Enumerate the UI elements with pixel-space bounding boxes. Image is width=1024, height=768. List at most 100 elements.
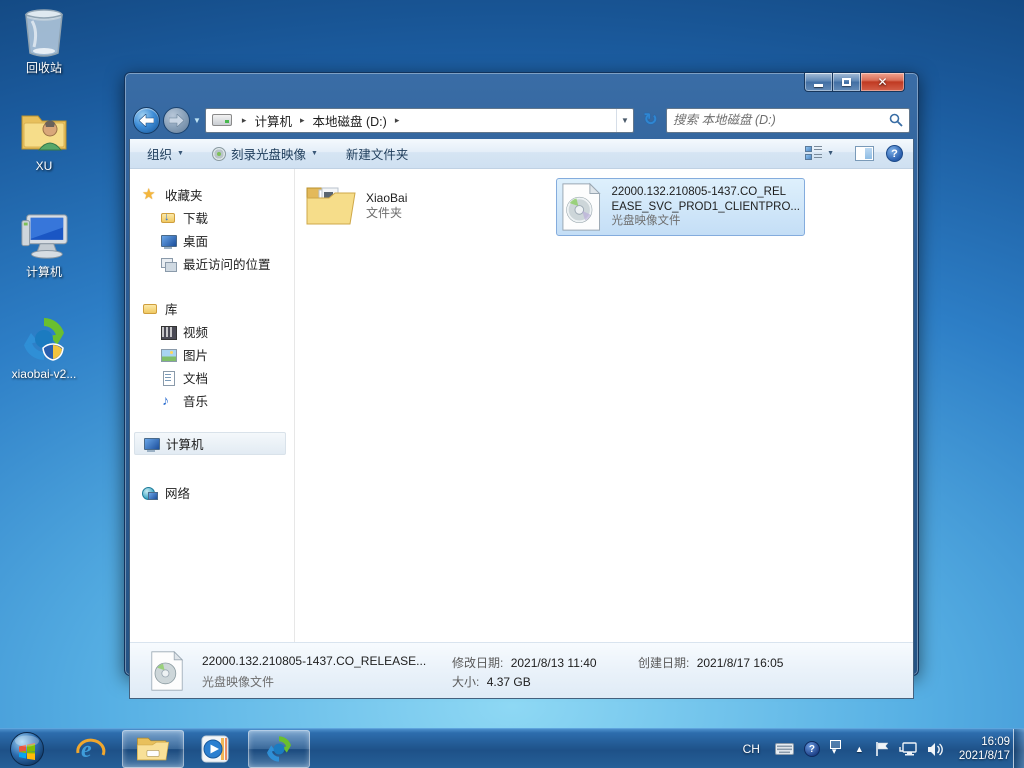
sidebar-item-music[interactable]: 音乐 [130, 389, 294, 412]
taskbar-explorer-button[interactable] [122, 730, 184, 768]
file-tile-xiaobai-folder[interactable]: XiaoBai 文件夹 [301, 177, 531, 235]
show-hidden-icons-button[interactable]: ▲ [855, 744, 864, 754]
help-button[interactable]: ? [886, 145, 903, 162]
pictures-icon [160, 347, 176, 363]
change-view-button[interactable]: ▼ [798, 143, 841, 164]
recent-places-label: 最近访问的位置 [183, 254, 271, 273]
file-tile-iso-selected[interactable]: 22000.132.210805-1437.CO_REL EASE_SVC_PR… [556, 178, 805, 236]
drive-icon [212, 114, 232, 126]
sidebar-item-downloads[interactable]: 下载 [130, 206, 294, 229]
taskbar-ie-button[interactable]: e [68, 730, 112, 768]
minimize-button[interactable] [804, 73, 833, 92]
file-list[interactable]: XiaoBai 文件夹 22000.132. [295, 169, 913, 642]
sidebar-item-desktop[interactable]: 桌面 [130, 229, 294, 252]
folder-icon [306, 184, 356, 228]
keyboard-icon[interactable] [775, 743, 794, 755]
sidebar-item-network[interactable]: 网络 [130, 481, 294, 504]
disc-icon [212, 147, 226, 161]
computer-label: 计算机 [166, 434, 204, 453]
recent-pages-dropdown[interactable]: ▼ [193, 116, 201, 125]
desktop-icon-computer[interactable]: 计算机 [2, 212, 86, 279]
videos-icon [160, 324, 176, 340]
burn-disc-image-button[interactable]: 刻录光盘映像 ▼ [205, 141, 325, 166]
sidebar-group-favorites[interactable]: 收藏夹 [130, 183, 294, 206]
computer-icon [143, 436, 159, 452]
sidebar-item-computer[interactable]: 计算机 [134, 432, 286, 455]
media-player-icon [200, 734, 230, 764]
size-value: 4.37 GB [487, 675, 531, 689]
close-button[interactable]: ✕ [860, 73, 905, 92]
navigation-pane: 收藏夹 下载 桌面 最近访问的位置 库 [130, 169, 295, 642]
computer-icon [19, 212, 69, 262]
desktop-icon-label: xiaobai-v2... [2, 367, 86, 381]
desktop-icon-xiaobai-app[interactable]: xiaobai-v2... [2, 314, 86, 381]
start-button[interactable] [2, 730, 52, 768]
sidebar-item-videos[interactable]: 视频 [130, 320, 294, 343]
burn-label: 刻录光盘映像 [231, 144, 306, 163]
tray-app-icon[interactable] [830, 740, 844, 758]
chevron-down-icon: ▼ [827, 150, 834, 157]
modified-date-value: 2021/8/13 11:40 [511, 656, 597, 670]
tray-help-icon[interactable]: ? [804, 741, 820, 757]
volume-icon[interactable] [927, 742, 944, 757]
desktop-icon-recycle-bin[interactable]: 回收站 [2, 8, 86, 75]
network-icon[interactable] [899, 741, 917, 757]
favorites-star-icon [142, 187, 158, 203]
navigation-bar: ▼ ▸ 计算机 ▸ 本地磁盘 (D:) ▸ ▼ ↻ [125, 101, 918, 139]
sidebar-item-documents[interactable]: 文档 [130, 366, 294, 389]
refresh-icon: ↻ [643, 110, 657, 130]
breadcrumb-computer[interactable]: 计算机 [252, 111, 294, 130]
action-center-flag-icon[interactable] [875, 741, 889, 757]
music-label: 音乐 [183, 391, 208, 410]
taskbar-media-player-button[interactable] [192, 730, 238, 768]
new-folder-button[interactable]: 新建文件夹 [339, 141, 416, 166]
sidebar-item-recent-places[interactable]: 最近访问的位置 [130, 252, 294, 275]
breadcrumb-local-disk-d[interactable]: 本地磁盘 (D:) [311, 111, 389, 130]
sidebar-item-pictures[interactable]: 图片 [130, 343, 294, 366]
organize-button[interactable]: 组织 ▼ [140, 141, 191, 166]
desktop-label: 桌面 [183, 231, 208, 250]
back-button[interactable] [133, 107, 160, 134]
system-tray: CH ? ▲ [743, 729, 1010, 768]
back-arrow-icon [139, 114, 154, 127]
preview-pane-button[interactable] [855, 146, 874, 161]
clock-date: 2021/8/17 [959, 749, 1010, 763]
xiaobai-app-icon [264, 734, 294, 764]
new-folder-label: 新建文件夹 [346, 144, 409, 163]
maximize-button[interactable] [833, 73, 860, 92]
show-desktop-button[interactable] [1013, 729, 1024, 768]
libraries-label: 库 [165, 299, 178, 318]
address-dropdown-button[interactable]: ▼ [616, 109, 633, 132]
user-folder-icon [19, 106, 69, 156]
close-icon: ✕ [877, 75, 887, 89]
svg-text:e: e [81, 737, 92, 763]
xiaobai-app-icon [19, 314, 69, 364]
desktop-icon-label: 回收站 [2, 61, 86, 75]
modified-date-label: 修改日期: [452, 656, 503, 670]
selected-file-icon [150, 651, 184, 694]
taskbar-xiaobai-button[interactable] [248, 730, 310, 768]
desktop-icon-xu-folder[interactable]: XU [2, 106, 86, 173]
search-icon[interactable] [889, 113, 903, 127]
title-bar[interactable]: ✕ [125, 73, 918, 101]
forward-button[interactable] [163, 107, 190, 134]
videos-label: 视频 [183, 322, 208, 341]
chevron-down-icon: ▼ [177, 150, 184, 157]
details-file-name: 22000.132.210805-1437.CO_RELEASE... [202, 654, 452, 668]
downloads-folder-icon [160, 210, 176, 226]
desktop-icon-label: XU [2, 159, 86, 173]
explorer-window: ✕ ▼ ▸ 计算机 ▸ 本地磁盘 (D:) ▸ ▼ ↻ [124, 72, 919, 676]
address-bar[interactable]: ▸ 计算机 ▸ 本地磁盘 (D:) ▸ ▼ [205, 108, 634, 133]
documents-label: 文档 [183, 368, 208, 387]
search-input[interactable] [667, 110, 889, 131]
minimize-icon [814, 84, 823, 87]
created-date-label: 创建日期: [638, 656, 689, 670]
file-name-line1: 22000.132.210805-1437.CO_REL [611, 185, 800, 200]
refresh-button[interactable]: ↻ [638, 108, 663, 133]
music-icon [160, 393, 176, 409]
sidebar-group-libraries[interactable]: 库 [130, 297, 294, 320]
language-indicator[interactable]: CH [743, 742, 760, 756]
details-pane: 22000.132.210805-1437.CO_RELEASE... 光盘映像… [130, 642, 913, 698]
maximize-icon [842, 78, 851, 86]
taskbar-clock[interactable]: 16:09 2021/8/17 [959, 735, 1010, 763]
